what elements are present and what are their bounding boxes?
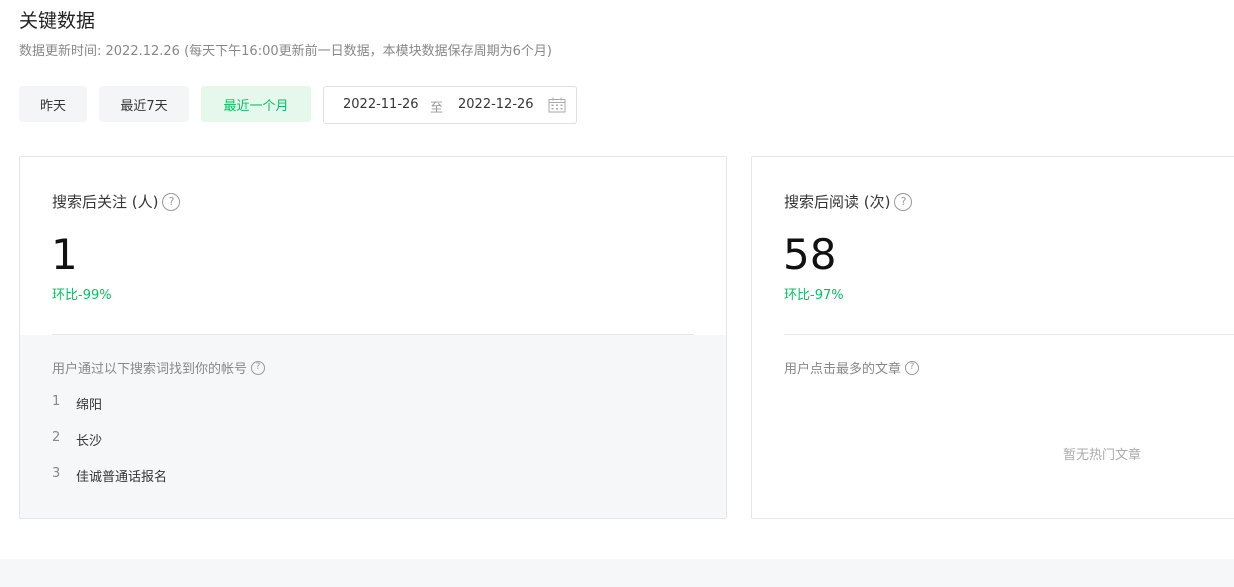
footer-band <box>0 559 1234 587</box>
keyword-rank: 1 <box>52 394 61 409</box>
list-item: 2 长沙 <box>52 430 167 466</box>
article-panel-title: 用户点击最多的文章 ? <box>784 358 920 377</box>
help-icon[interactable]: ? <box>894 192 913 211</box>
metric-value: 1 <box>51 230 78 279</box>
metric-delta: 环比-97% <box>784 288 844 303</box>
keyword-text: 佳诚普通话报名 <box>76 470 168 485</box>
card-title-text: 搜索后阅读 (次) <box>784 193 891 211</box>
card-title: 搜索后阅读 (次) ? <box>784 191 913 212</box>
list-item: 3 佳诚普通话报名 <box>52 466 167 502</box>
end-date[interactable]: 2022-12-26 <box>458 97 534 112</box>
start-date[interactable]: 2022-11-26 <box>343 97 419 112</box>
help-icon[interactable]: ? <box>251 360 266 375</box>
list-item: 1 绵阳 <box>52 394 167 430</box>
card-search-read: 搜索后阅读 (次) ? 58 环比-97% 用户点击最多的文章 ? 暂无热门文章 <box>751 156 1234 519</box>
keyword-panel-title-text: 用户通过以下搜索词找到你的帐号 <box>52 362 248 377</box>
help-icon[interactable]: ? <box>905 360 920 375</box>
article-panel: 用户点击最多的文章 ? 暂无热门文章 <box>752 335 1234 518</box>
keyword-panel: 用户通过以下搜索词找到你的帐号 ? 1 绵阳 2 长沙 3 佳诚普通话报名 <box>20 335 726 518</box>
range-button-7days[interactable]: 最近7天 <box>99 86 189 122</box>
keyword-text: 长沙 <box>76 434 103 449</box>
card-title-text: 搜索后关注 (人) <box>52 193 159 211</box>
card-search-follow: 搜索后关注 (人) ? 1 环比-99% 用户通过以下搜索词找到你的帐号 ? 1… <box>19 156 727 519</box>
range-button-yesterday[interactable]: 昨天 <box>19 86 87 122</box>
keyword-text: 绵阳 <box>76 398 103 413</box>
range-button-month[interactable]: 最近一个月 <box>201 86 311 122</box>
keyword-list: 1 绵阳 2 长沙 3 佳诚普通话报名 <box>52 394 167 502</box>
metric-delta: 环比-99% <box>52 288 112 303</box>
keyword-rank: 3 <box>52 466 61 481</box>
date-separator: 至 <box>430 101 444 116</box>
article-panel-title-text: 用户点击最多的文章 <box>784 362 902 377</box>
empty-state-text: 暂无热门文章 <box>1063 448 1142 463</box>
help-icon[interactable]: ? <box>162 192 181 211</box>
calendar-icon[interactable] <box>548 97 566 113</box>
keyword-rank: 2 <box>52 430 61 445</box>
page-title: 关键数据 <box>19 10 96 32</box>
date-range-picker[interactable]: 2022-11-26 至 2022-12-26 <box>323 86 577 124</box>
keyword-panel-title: 用户通过以下搜索词找到你的帐号 ? <box>52 358 266 377</box>
card-title: 搜索后关注 (人) ? <box>52 191 181 212</box>
update-note: 数据更新时间: 2022.12.26 (每天下午16:00更新前一日数据，本模块… <box>19 44 552 59</box>
metric-value: 58 <box>783 230 837 279</box>
